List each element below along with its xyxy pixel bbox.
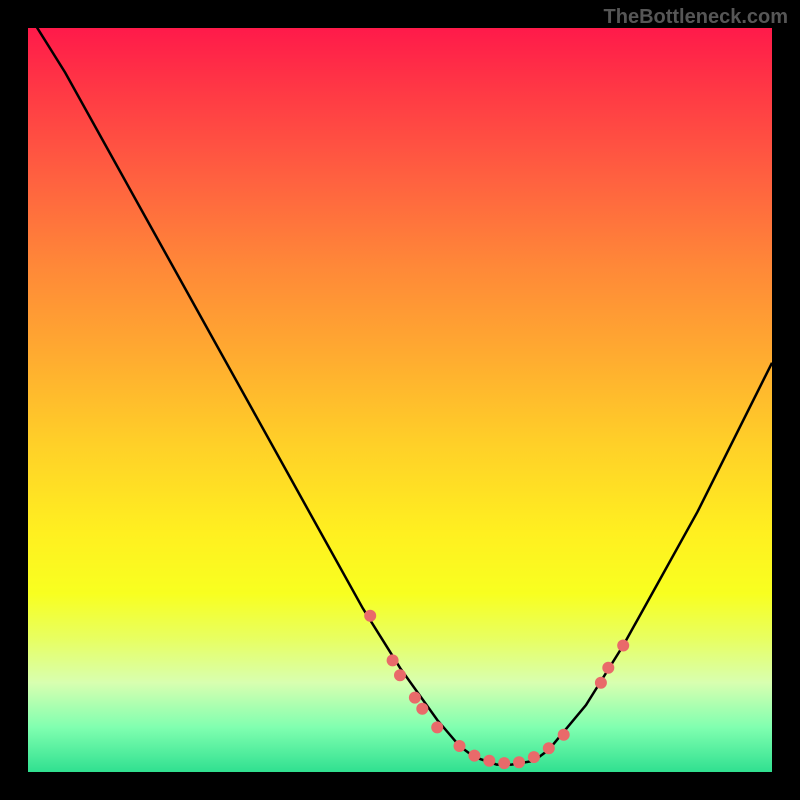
data-dot xyxy=(387,654,399,666)
watermark-text: TheBottleneck.com xyxy=(604,6,788,29)
data-dot xyxy=(454,740,466,752)
chart-container: TheBottleneck.com xyxy=(0,0,800,800)
data-dot xyxy=(617,640,629,652)
chart-svg xyxy=(28,28,772,772)
data-dot xyxy=(595,677,607,689)
data-dot xyxy=(528,751,540,763)
data-dot xyxy=(364,610,376,622)
data-dot xyxy=(513,756,525,768)
data-dot xyxy=(602,662,614,674)
data-dot xyxy=(394,669,406,681)
data-dot xyxy=(468,750,480,762)
curve-line xyxy=(28,28,772,765)
data-dot xyxy=(431,721,443,733)
plot-area xyxy=(28,28,772,772)
data-dot xyxy=(409,692,421,704)
data-dot xyxy=(483,755,495,767)
data-dot xyxy=(543,742,555,754)
data-dot xyxy=(416,703,428,715)
data-dot xyxy=(558,729,570,741)
data-dot xyxy=(498,757,510,769)
data-dots xyxy=(364,610,629,769)
